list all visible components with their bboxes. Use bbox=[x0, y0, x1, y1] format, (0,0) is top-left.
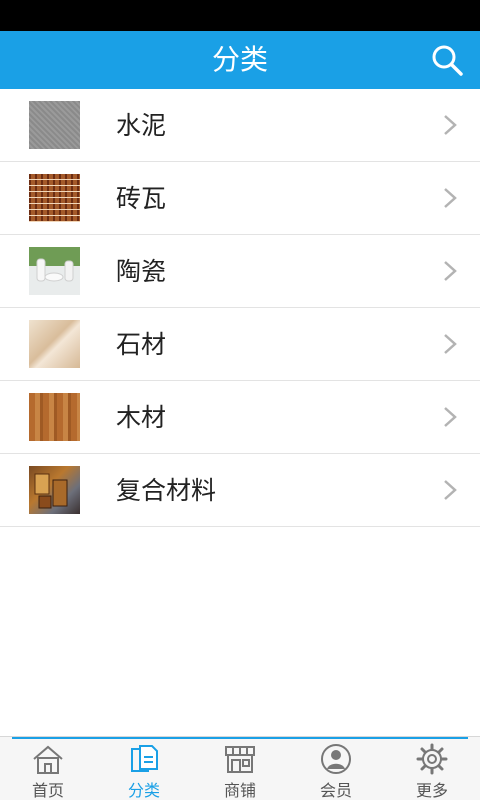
category-label: 复合材料 bbox=[116, 476, 217, 505]
chevron-right-icon bbox=[444, 188, 457, 208]
chevron-right-icon bbox=[444, 407, 457, 427]
stone-thumbnail bbox=[29, 320, 80, 368]
category-item-ceramics[interactable]: 陶瓷 bbox=[0, 235, 480, 308]
ceramics-thumbnail bbox=[29, 247, 80, 295]
category-item-brick-tile[interactable]: 砖瓦 bbox=[0, 162, 480, 235]
category-label: 砖瓦 bbox=[116, 184, 167, 213]
chevron-right-icon bbox=[444, 261, 457, 281]
tab-home[interactable]: 首页 bbox=[0, 743, 96, 800]
cement-thumbnail bbox=[29, 101, 80, 149]
category-list: 水泥 砖瓦 陶瓷 石材 木材 复合材料 bbox=[0, 89, 480, 527]
search-icon[interactable] bbox=[430, 43, 464, 77]
category-icon bbox=[131, 745, 158, 772]
tab-label: 更多 bbox=[415, 781, 448, 800]
category-label: 陶瓷 bbox=[116, 257, 167, 286]
gear-icon bbox=[416, 743, 448, 775]
page-title: 分类 bbox=[211, 43, 268, 76]
tabbar-accent-line bbox=[12, 737, 468, 739]
category-label: 石材 bbox=[116, 330, 167, 359]
app-header: 分类 bbox=[0, 31, 480, 89]
chevron-right-icon bbox=[444, 115, 457, 135]
category-label: 水泥 bbox=[116, 111, 167, 140]
chevron-right-icon bbox=[444, 334, 457, 354]
category-item-composite[interactable]: 复合材料 bbox=[0, 454, 480, 527]
brick-tile-thumbnail bbox=[29, 174, 80, 222]
chevron-right-icon bbox=[444, 480, 457, 500]
status-bar bbox=[0, 0, 480, 31]
tab-label: 首页 bbox=[31, 781, 64, 800]
tab-member[interactable]: 会员 bbox=[288, 743, 384, 800]
store-icon bbox=[225, 746, 255, 773]
tab-category[interactable]: 分类 bbox=[96, 743, 192, 800]
bottom-tab-bar: 首页 分类 商铺 会员 更多 bbox=[0, 736, 480, 800]
home-icon bbox=[33, 745, 63, 774]
tab-label: 商铺 bbox=[223, 781, 256, 800]
category-item-stone[interactable]: 石材 bbox=[0, 308, 480, 381]
tab-store[interactable]: 商铺 bbox=[192, 743, 288, 800]
wood-thumbnail bbox=[29, 393, 80, 441]
tab-label: 分类 bbox=[127, 781, 160, 800]
member-icon bbox=[321, 744, 351, 774]
category-item-wood[interactable]: 木材 bbox=[0, 381, 480, 454]
tab-label: 会员 bbox=[319, 781, 352, 800]
composite-material-thumbnail bbox=[29, 466, 80, 514]
tab-more[interactable]: 更多 bbox=[384, 743, 480, 800]
category-item-cement[interactable]: 水泥 bbox=[0, 89, 480, 162]
category-label: 木材 bbox=[116, 403, 167, 432]
